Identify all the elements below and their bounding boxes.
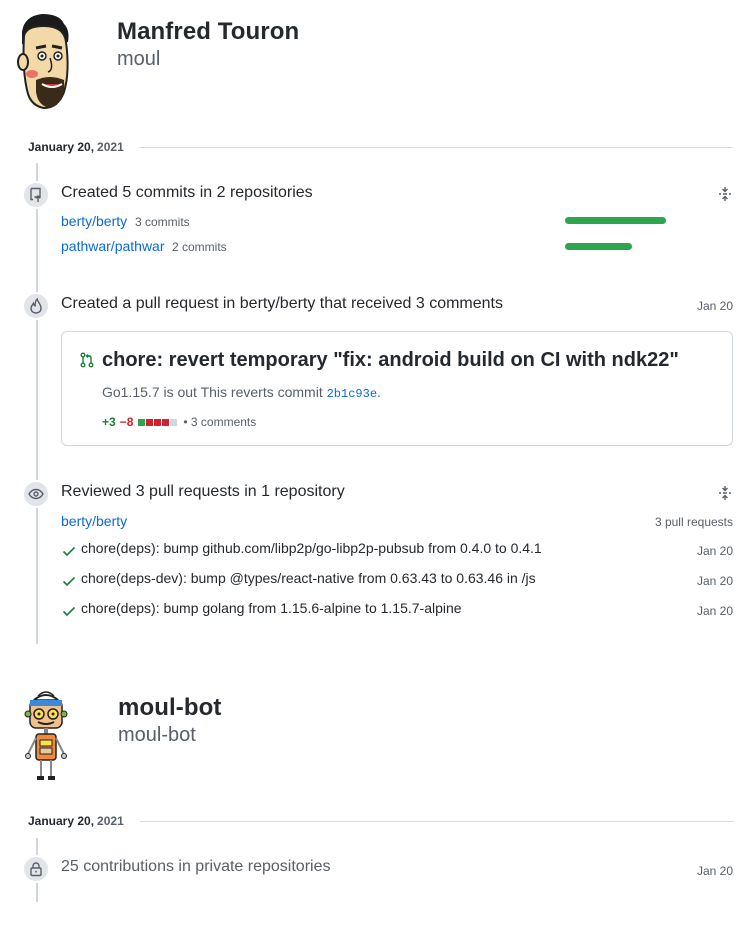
comments-count: • 3 comments (183, 415, 257, 429)
moul-bot-avatar-illustration (24, 691, 68, 780)
deletions-count: −8 (119, 415, 134, 429)
date-heading: January 20, 2021 (28, 140, 124, 154)
profile-name: moul-bot (118, 694, 222, 721)
pr-event-badge (22, 292, 50, 320)
diffstat: +3 −8 • 3 comments (102, 415, 256, 429)
commit-count-0[interactable]: 3 commits (135, 215, 190, 229)
date-month-day: January 20, (28, 140, 95, 154)
diff-block-neutral (170, 418, 178, 426)
commit-repo-link-1[interactable]: pathwar/pathwar (61, 238, 165, 254)
timeline-line (36, 163, 38, 644)
date-month-day: January 20, (28, 814, 95, 828)
lock-icon (30, 862, 42, 877)
pr-body-text: Go1.15.7 is out This reverts commit (102, 384, 327, 400)
commit-count-1[interactable]: 2 commits (172, 240, 227, 254)
check-icon (62, 546, 76, 557)
commits-event-title: Created 5 commits in 2 repositories (61, 184, 313, 201)
fold-icon[interactable] (717, 186, 733, 202)
date-divider (140, 821, 734, 822)
pr-title-link[interactable]: chore: revert temporary "fix: android bu… (102, 349, 679, 372)
profile-login: moul (117, 48, 161, 70)
private-contributions-date: Jan 20 (696, 864, 733, 878)
review-date-1: Jan 20 (696, 574, 733, 588)
pr-event-title: Created a pull request in berty/berty th… (61, 295, 503, 312)
avatar[interactable] (16, 690, 76, 784)
avatar[interactable] (14, 12, 76, 110)
check-icon (62, 606, 76, 617)
commit-bar-1 (565, 243, 632, 250)
diff-block-removed (146, 418, 154, 426)
profile-login: moul-bot (118, 724, 196, 746)
moul-avatar-illustration (17, 14, 69, 110)
pr-body: Go1.15.7 is out This reverts commit 2b1c… (102, 384, 381, 401)
diff-block-removed (162, 418, 170, 426)
git-pull-request-icon (80, 352, 94, 368)
private-contributions-title: 25 contributions in private repositories (61, 858, 331, 875)
review-event-title: Reviewed 3 pull requests in 1 repository (61, 483, 345, 500)
check-icon (62, 576, 76, 587)
diffstat-blocks (137, 418, 178, 426)
review-event-badge (22, 480, 50, 508)
commit-bar-0 (565, 217, 666, 224)
diff-block-added (138, 418, 146, 426)
diff-block-removed (154, 418, 162, 426)
repo-push-badge (22, 181, 50, 209)
profile-name: Manfred Touron (117, 18, 300, 45)
pr-event-date: Jan 20 (696, 299, 733, 313)
date-heading: January 20, 2021 (28, 814, 124, 828)
private-event-badge (22, 855, 50, 883)
review-pr-link-1[interactable]: chore(deps-dev): bump @types/react-nativ… (81, 570, 536, 586)
flame-icon (30, 298, 42, 314)
date-year: 2021 (97, 814, 124, 828)
review-repo-link[interactable]: berty/berty (61, 513, 127, 529)
pr-body-end: . (377, 384, 381, 400)
date-year: 2021 (97, 140, 124, 154)
date-divider (139, 147, 733, 148)
eye-icon (28, 488, 44, 500)
review-pr-link-0[interactable]: chore(deps): bump github.com/libp2p/go-l… (81, 540, 542, 556)
commit-sha-link[interactable]: 2b1c93e (327, 384, 377, 401)
review-date-0: Jan 20 (696, 544, 733, 558)
review-pr-link-2[interactable]: chore(deps): bump golang from 1.15.6-alp… (81, 600, 462, 616)
fold-icon[interactable] (717, 485, 733, 501)
additions-count: +3 (102, 415, 116, 429)
review-date-2: Jan 20 (696, 604, 733, 618)
repo-push-icon (30, 187, 41, 202)
commit-repo-link-0[interactable]: berty/berty (61, 213, 127, 229)
review-count[interactable]: 3 pull requests (613, 515, 733, 529)
pull-request-card: chore: revert temporary "fix: android bu… (61, 331, 733, 446)
